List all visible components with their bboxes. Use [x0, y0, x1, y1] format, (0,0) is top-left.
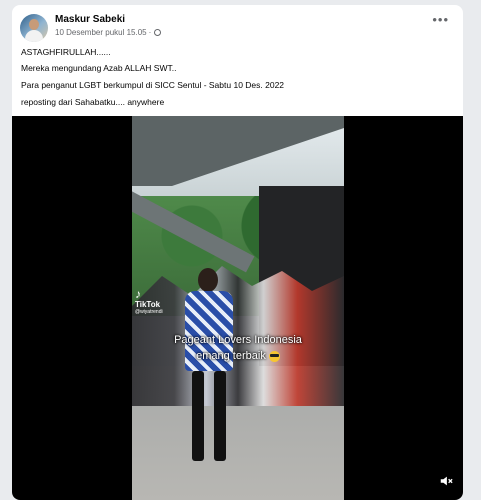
avatar-face [29, 19, 39, 30]
video-caption-line-1: Pageant Lovers Indonesia [174, 334, 302, 346]
post-text-line-3: Para penganut LGBT berkumpul di SICC Sen… [21, 80, 285, 90]
author-name[interactable]: Maskur Sabeki [55, 14, 125, 25]
walker-boot-right [214, 371, 226, 461]
video-player[interactable]: ♪ TikTok @wiyatrendi Pageant Lovers Indo… [12, 116, 463, 500]
tiktok-icon: ♪ [135, 287, 141, 301]
post-timestamp[interactable]: 10 Desember pukul 15.05 [55, 28, 147, 37]
tiktok-handle: @wiyatrendi [135, 309, 163, 315]
video-frame[interactable]: ♪ TikTok @wiyatrendi Pageant Lovers Indo… [132, 116, 344, 500]
post-text-line-1: ASTAGHFIRULLAH...... [21, 47, 111, 57]
more-options-icon[interactable]: ••• [432, 13, 449, 26]
avatar[interactable] [20, 14, 48, 42]
post-text-line-4: reposting dari Sahabatku.... anywhere [21, 97, 165, 107]
smiling-face-with-sunglasses-icon [268, 350, 280, 362]
globe-icon[interactable] [154, 29, 162, 36]
video-caption-line-2: emang terbaik [132, 350, 344, 362]
avatar-body [25, 30, 43, 42]
walker-head [198, 268, 218, 292]
video-caption-text: emang terbaik [196, 350, 266, 362]
post-meta: 10 Desember pukul 15.05 · [55, 28, 162, 37]
post-card: Maskur Sabeki 10 Desember pukul 15.05 · … [12, 5, 463, 500]
tiktok-watermark: ♪ TikTok @wiyatrendi [135, 288, 175, 315]
walker-boot-left [192, 371, 204, 461]
separator-dot: · [148, 28, 152, 37]
speaker-muted-icon[interactable] [439, 474, 453, 488]
tiktok-label: TikTok [135, 300, 161, 309]
post-text-line-2: Mereka mengundang Azab ALLAH SWT.. [21, 63, 177, 73]
